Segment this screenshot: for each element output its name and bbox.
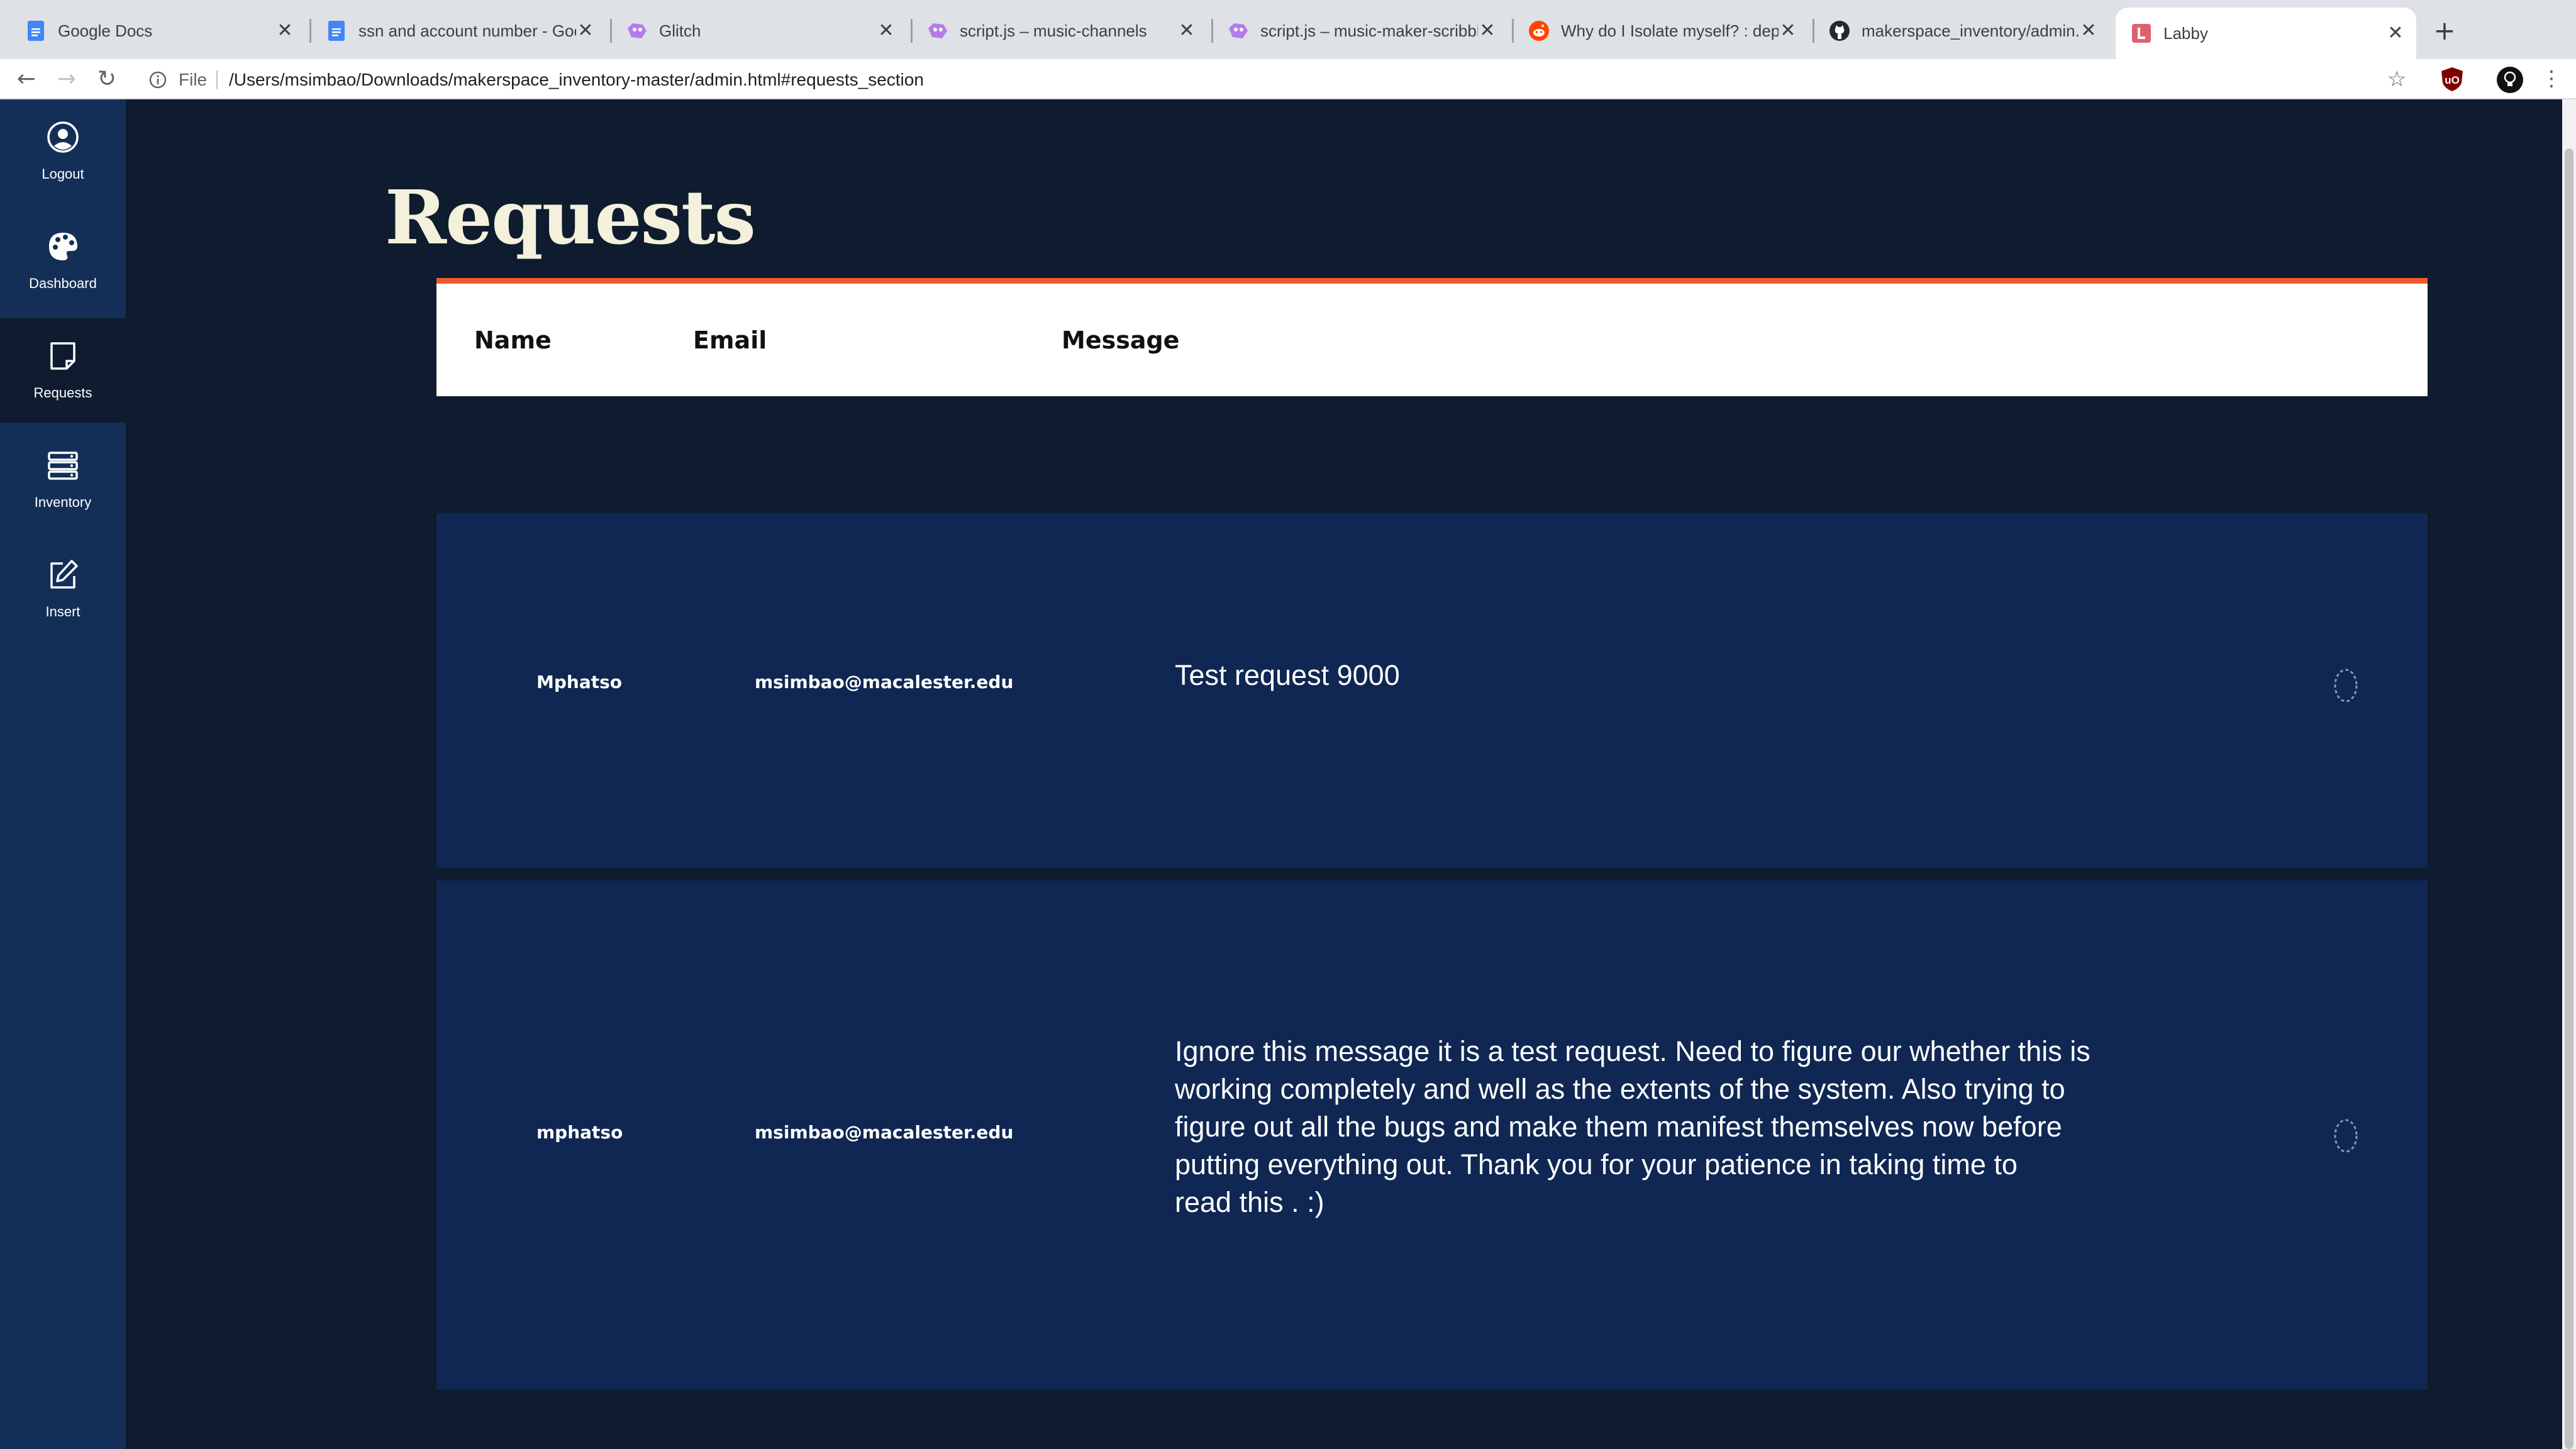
message-line: Test request 9000 xyxy=(1175,659,1400,691)
page-title: Requests xyxy=(385,174,756,261)
message-line: working completely and well as the exten… xyxy=(1175,1073,2065,1105)
request-message: Ignore this message it is a test request… xyxy=(1175,1033,2118,1221)
table-row: mphatso msimbao@macalester.edu Ignore th… xyxy=(436,880,2428,1390)
edit-icon xyxy=(50,560,78,589)
table-row: Mphatso msimbao@macalester.edu Test requ… xyxy=(436,513,2428,868)
loading-icon[interactable] xyxy=(2332,1117,2360,1155)
browser-tab-active[interactable]: Labby ✕ xyxy=(2116,8,2416,59)
close-tab-icon[interactable]: ✕ xyxy=(2386,24,2405,43)
browser-tab-title: script.js – music-maker-scribbl xyxy=(1260,21,1478,40)
browser-tab[interactable]: Why do I Isolate myself? : depr ✕ xyxy=(1513,11,1809,50)
forward-arrow-icon[interactable]: → xyxy=(52,64,82,94)
google-docs-icon xyxy=(326,20,347,42)
address-divider xyxy=(216,70,218,89)
info-icon[interactable] xyxy=(148,70,167,89)
browser-tab[interactable]: Glitch ✕ xyxy=(611,11,907,50)
browser-tab[interactable]: Google Docs ✕ xyxy=(10,11,306,50)
sidebar-item-label: Inventory xyxy=(34,494,92,510)
sidebar-item-inventory[interactable]: Inventory xyxy=(0,428,126,532)
close-tab-icon[interactable]: ✕ xyxy=(2079,21,2098,40)
close-tab-icon[interactable]: ✕ xyxy=(877,21,896,40)
sticky-note-icon xyxy=(50,342,75,370)
profile-avatar[interactable] xyxy=(2497,67,2523,93)
labby-icon xyxy=(2131,23,2152,44)
user-circle-icon xyxy=(47,121,79,153)
sidebar-item-label: Requests xyxy=(33,385,92,401)
admin-page: Logout Dashboard Requests Inventory Inse… xyxy=(0,99,2562,1449)
reload-icon[interactable]: ↻ xyxy=(92,64,122,94)
profile-lightbulb-icon xyxy=(2504,71,2516,86)
close-tab-icon[interactable]: ✕ xyxy=(1177,21,1196,40)
request-email: msimbao@macalester.edu xyxy=(755,672,1014,692)
glitch-icon xyxy=(626,20,648,42)
browser-tab[interactable]: makerspace_inventory/admin.js ✕ xyxy=(1814,11,2109,50)
column-header-message: Message xyxy=(1062,326,1180,354)
reddit-icon xyxy=(1528,20,1550,42)
sidebar-item-dashboard[interactable]: Dashboard xyxy=(0,209,126,313)
close-tab-icon[interactable]: ✕ xyxy=(576,21,595,40)
browser-tab-title: Glitch xyxy=(659,21,701,40)
close-tab-icon[interactable]: ✕ xyxy=(1779,21,1797,40)
message-line: read this . :) xyxy=(1175,1186,1324,1218)
address-bar[interactable]: File /Users/msimbao/Downloads/makerspace… xyxy=(142,64,2402,96)
bookmark-star-icon[interactable]: ☆ xyxy=(2387,64,2406,94)
browser-tab[interactable]: script.js – music-channels ✕ xyxy=(912,11,1208,50)
request-name: Mphatso xyxy=(536,672,623,692)
browser-tab[interactable]: ssn and account number - Goo ✕ xyxy=(311,11,606,50)
close-tab-icon[interactable]: ✕ xyxy=(275,21,294,40)
message-line: putting everything out. Thank you for yo… xyxy=(1175,1148,2018,1180)
back-arrow-icon[interactable]: ← xyxy=(11,64,42,94)
svg-text:uO: uO xyxy=(2445,74,2460,86)
sidebar-item-label: Insert xyxy=(45,604,80,619)
server-icon xyxy=(48,452,78,480)
browser-tab-title: Why do I Isolate myself? : depr xyxy=(1561,21,1779,40)
google-docs-icon xyxy=(25,20,47,42)
column-header-name: Name xyxy=(474,326,552,354)
sidebar-item-label: Dashboard xyxy=(29,275,97,291)
browser-tab-strip: Google Docs ✕ ssn and account number - G… xyxy=(0,0,2576,59)
scrollbar-thumb[interactable] xyxy=(2565,148,2573,1449)
sidebar: Logout Dashboard Requests Inventory Inse… xyxy=(0,99,126,1449)
sidebar-item-insert[interactable]: Insert xyxy=(0,537,126,641)
browser-tab-title: Labby xyxy=(2163,23,2208,43)
browser-tab-title: Google Docs xyxy=(58,21,153,40)
ublock-extension-icon[interactable]: uO xyxy=(2440,67,2464,92)
sidebar-item-requests[interactable]: Requests xyxy=(0,318,126,423)
column-header-email: Email xyxy=(693,326,767,354)
close-tab-icon[interactable]: ✕ xyxy=(1478,21,1497,40)
github-icon xyxy=(1829,20,1850,42)
browser-tab-title: ssn and account number - Goo xyxy=(358,21,576,40)
browser-tab-title: script.js – music-channels xyxy=(960,21,1147,40)
url-scheme-label: File xyxy=(179,70,208,89)
request-message: Test request 9000 xyxy=(1175,657,2118,694)
loading-icon[interactable] xyxy=(2332,667,2360,704)
table-header: Name Email Message xyxy=(436,278,2428,396)
new-tab-button[interactable]: + xyxy=(2429,15,2460,47)
message-line: Ignore this message it is a test request… xyxy=(1175,1035,2090,1067)
request-email: msimbao@macalester.edu xyxy=(755,1122,1014,1143)
browser-menu-icon[interactable]: ⋮ xyxy=(2541,63,2562,94)
sidebar-item-label: Logout xyxy=(42,166,84,182)
browser-tab-title: makerspace_inventory/admin.js xyxy=(1862,21,2079,40)
palette-icon xyxy=(49,233,77,260)
request-name: mphatso xyxy=(536,1122,623,1143)
browser-toolbar: ← → ↻ File /Users/msimbao/Downloads/make… xyxy=(0,59,2576,99)
glitch-icon xyxy=(1228,20,1249,42)
browser-tab[interactable]: script.js – music-maker-scribbl ✕ xyxy=(1213,11,1508,50)
sidebar-item-logout[interactable]: Logout xyxy=(0,99,126,204)
url-text[interactable]: /Users/msimbao/Downloads/makerspace_inve… xyxy=(229,64,924,96)
message-line: figure out all the bugs and make them ma… xyxy=(1175,1111,2062,1143)
glitch-icon xyxy=(927,20,948,42)
